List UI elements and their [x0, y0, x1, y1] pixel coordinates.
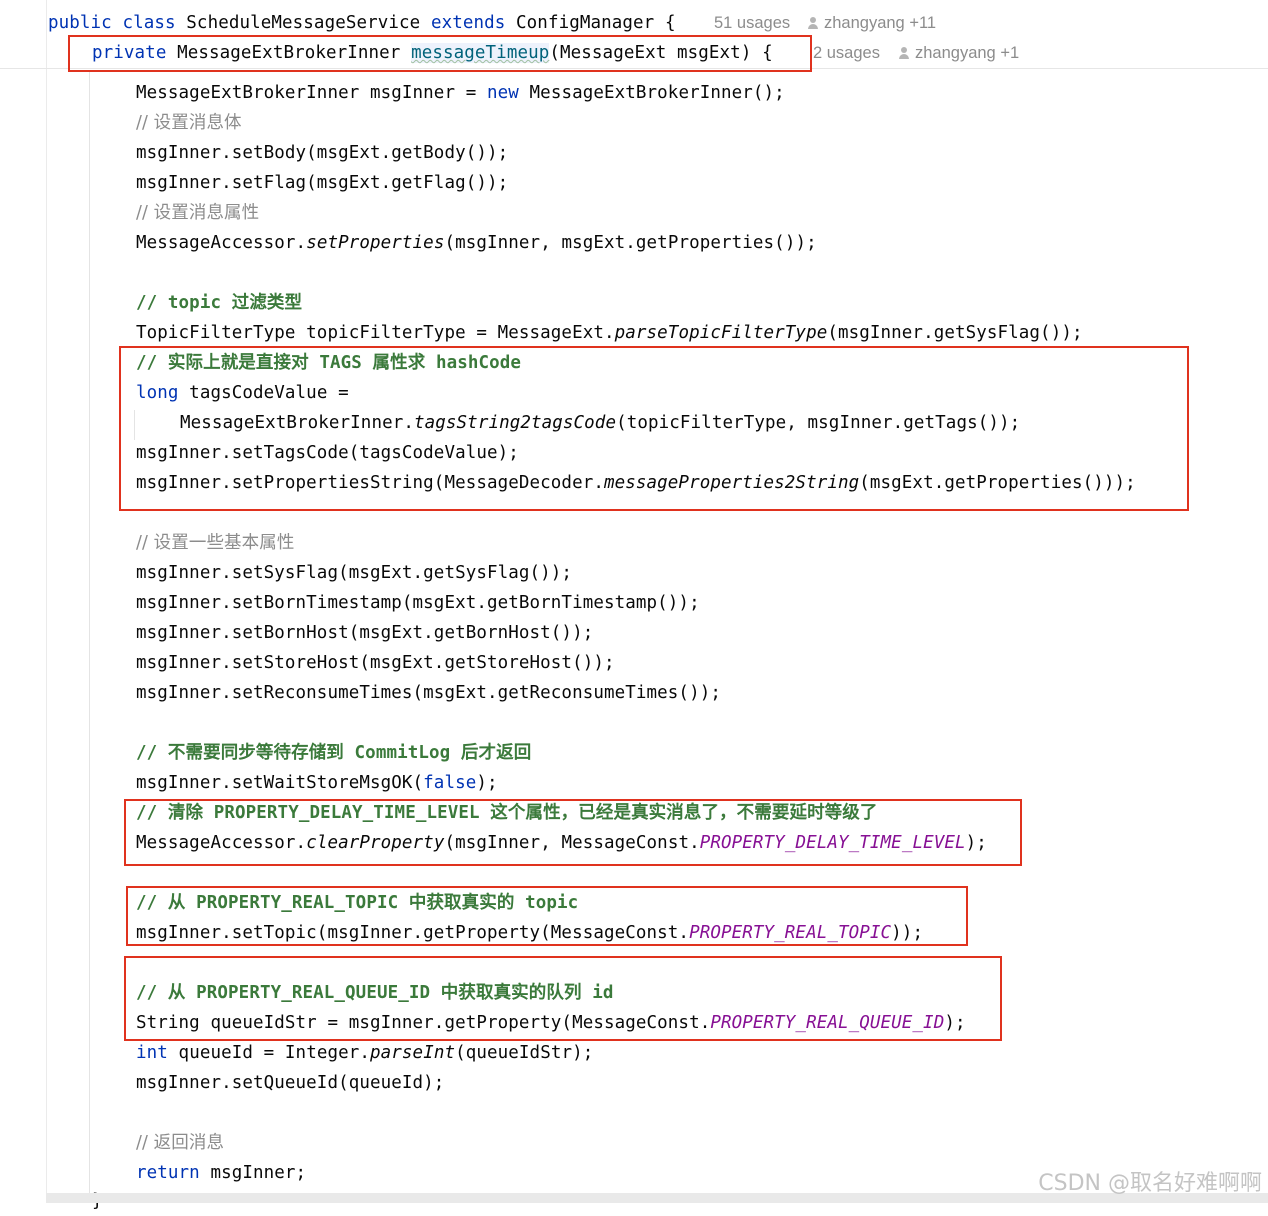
code-comment[interactable]: // 设置消息体 — [136, 108, 242, 138]
class-name: ScheduleMessageService — [186, 13, 421, 33]
code-line[interactable]: return msgInner; — [136, 1158, 306, 1188]
code-text: (queueIdStr); — [455, 1043, 594, 1063]
comment-text: // 返回消息 — [136, 1133, 225, 1153]
code-line[interactable]: msgInner.setFlag(msgExt.getFlag()); — [136, 168, 508, 198]
keyword: int — [136, 1043, 168, 1063]
code-text: msgInner.setQueueId(queueId); — [136, 1073, 445, 1093]
code-line[interactable]: msgInner.setStoreHost(msgExt.getStoreHos… — [136, 648, 615, 678]
author-name: zhangyang +1 — [915, 44, 1020, 62]
code-comment[interactable]: // 不需要同步等待存储到 CommitLog 后才返回 — [136, 738, 531, 768]
usages-count: 51 usages — [714, 14, 791, 32]
code-text: msgInner.setSysFlag(msgExt.getSysFlag())… — [136, 563, 573, 583]
keyword: class — [122, 13, 176, 33]
code-line[interactable]: msgInner.setWaitStoreMsgOK(false); — [136, 768, 498, 798]
editor-gutter-divider — [46, 0, 47, 1203]
code-text: msgInner.setReconsumeTimes(msgExt.getRec… — [136, 683, 721, 703]
code-text: msgInner.setBody(msgExt.getBody()); — [136, 143, 509, 163]
code-text: msgInner.setBornHost(msgExt.getBornHost(… — [136, 623, 594, 643]
person-icon — [899, 47, 909, 59]
comment-text: // 设置消息属性 — [136, 203, 260, 223]
code-text: msgInner.setStoreHost(msgExt.getStoreHos… — [136, 653, 615, 673]
code-comment[interactable]: // 返回消息 — [136, 1128, 224, 1158]
keyword: new — [486, 83, 519, 103]
code-text: msgInner.setFlag(msgExt.getFlag()); — [136, 173, 509, 193]
code-text: msgInner.setWaitStoreMsgOK( — [136, 773, 424, 793]
code-line[interactable]: MessageExtBrokerInner msgInner = new Mes… — [136, 78, 785, 108]
code-line[interactable]: TopicFilterType topicFilterType = Messag… — [136, 318, 1083, 348]
keyword: return — [136, 1163, 200, 1183]
highlight-box-real-topic — [126, 886, 968, 946]
highlight-box-delay-level — [124, 799, 1022, 866]
watermark: CSDN @取名好难啊啊 — [1038, 1171, 1262, 1196]
author-name: zhangyang +11 — [824, 14, 937, 32]
code-text: MessageAccessor. — [136, 233, 307, 253]
code-comment[interactable]: // 设置一些基本属性 — [136, 528, 294, 558]
keyword: public — [48, 13, 112, 33]
comment-text: // 设置消息体 — [136, 113, 242, 133]
static-method: parseInt — [370, 1043, 456, 1063]
code-line[interactable]: msgInner.setBornTimestamp(msgExt.getBorn… — [136, 588, 700, 618]
comment-text: // 设置一些基本属性 — [136, 533, 295, 553]
code-line-class-header[interactable]: public class ScheduleMessageService exte… — [48, 8, 676, 38]
usages-hint[interactable]: 51 usages — [714, 8, 790, 38]
code-text: msgInner; — [199, 1163, 307, 1183]
code-text: (msgInner.getSysFlag()); — [827, 323, 1083, 343]
code-text: (msgInner, msgExt.getProperties()); — [444, 233, 817, 253]
code-text: queueId = Integer. — [167, 1043, 371, 1063]
static-method: parseTopicFilterType — [614, 323, 828, 343]
code-line[interactable]: MessageAccessor.setProperties(msgInner, … — [136, 228, 817, 258]
code-text: msgInner.setBornTimestamp(msgExt.getBorn… — [136, 593, 700, 613]
code-comment[interactable]: // topic 过滤类型 — [136, 288, 302, 318]
keyword: false — [423, 773, 477, 793]
highlight-box-real-queue-id — [124, 956, 1002, 1041]
code-line[interactable]: msgInner.setSysFlag(msgExt.getSysFlag())… — [136, 558, 572, 588]
brace: { — [664, 13, 676, 33]
usages-hint[interactable]: 2 usages — [813, 38, 880, 68]
author-hint[interactable]: zhangyang +11 — [808, 8, 936, 38]
code-comment[interactable]: // 设置消息属性 — [136, 198, 259, 228]
code-line[interactable]: msgInner.setBody(msgExt.getBody()); — [136, 138, 508, 168]
code-text: ); — [476, 773, 498, 793]
code-line[interactable]: msgInner.setQueueId(queueId); — [136, 1068, 444, 1098]
author-hint[interactable]: zhangyang +1 — [899, 38, 1019, 68]
usages-count: 2 usages — [813, 44, 880, 62]
comment-text: // 不需要同步等待存储到 CommitLog 后才返回 — [136, 743, 532, 763]
code-text: TopicFilterType topicFilterType = Messag… — [136, 323, 615, 343]
code-text: MessageExtBrokerInner(); — [518, 83, 785, 103]
person-icon — [808, 17, 818, 29]
code-line[interactable]: msgInner.setBornHost(msgExt.getBornHost(… — [136, 618, 593, 648]
indent-guide — [89, 70, 90, 1193]
highlight-box-tags — [119, 346, 1189, 511]
comment-text: // topic 过滤类型 — [136, 293, 303, 313]
code-text: MessageExtBrokerInner msgInner = — [136, 83, 487, 103]
static-method: setProperties — [306, 233, 445, 253]
keyword: extends — [430, 13, 506, 33]
code-line[interactable]: msgInner.setReconsumeTimes(msgExt.getRec… — [136, 678, 721, 708]
superclass-name: ConfigManager — [516, 13, 655, 33]
code-line[interactable]: int queueId = Integer.parseInt(queueIdSt… — [136, 1038, 593, 1068]
highlight-box-method-signature — [68, 35, 812, 72]
